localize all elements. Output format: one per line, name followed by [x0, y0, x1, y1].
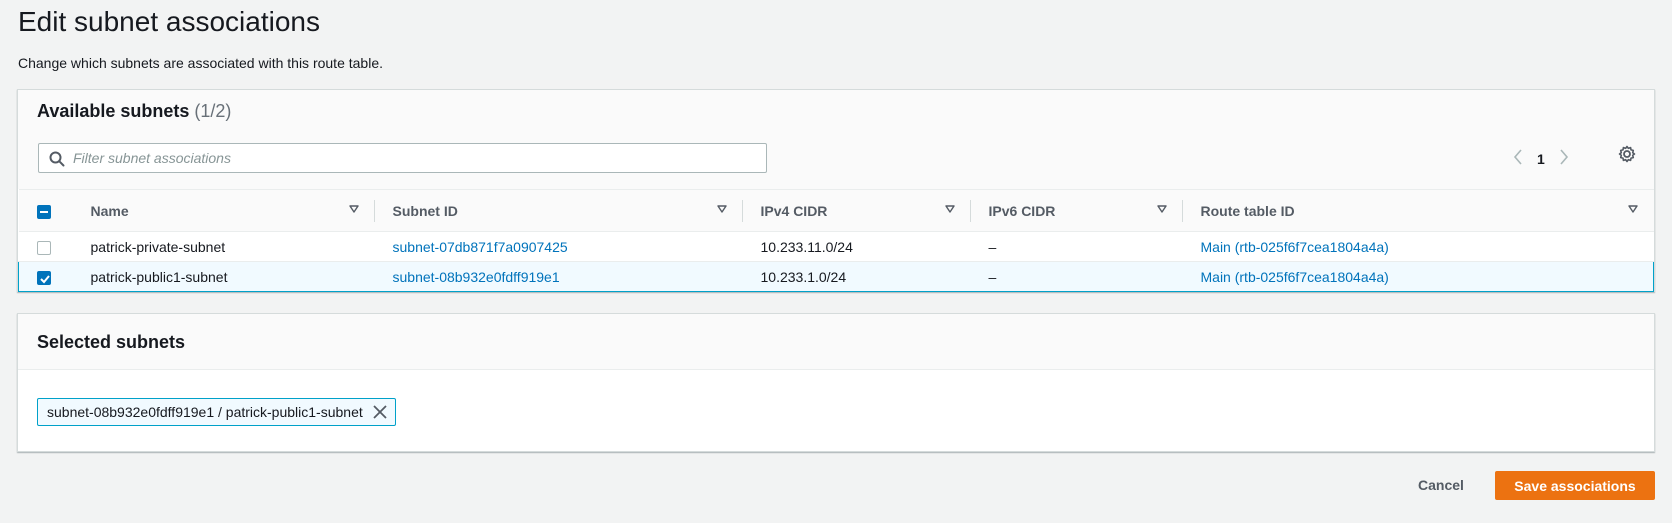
- next-page-icon[interactable]: [1559, 148, 1569, 170]
- column-header-name[interactable]: Name: [72, 189, 375, 232]
- select-all-checkbox[interactable]: [36, 204, 51, 219]
- select-all-cell: [18, 189, 73, 232]
- ipv4-cidr: 10.233.1.0/24: [742, 261, 971, 292]
- column-label-subnet-id: Subnet ID: [392, 202, 458, 219]
- available-subnets-heading: Available subnets (1/2): [37, 101, 231, 122]
- page-description: Change which subnets are associated with…: [18, 55, 383, 71]
- checkmark-icon: [40, 275, 50, 284]
- column-label-ipv4-cidr: IPv4 CIDR: [760, 202, 828, 219]
- selected-subnets-heading: Selected subnets: [37, 332, 186, 352]
- available-subnets-header: Available subnets (1/2) 1: [18, 90, 1654, 189]
- column-header-ipv6-cidr[interactable]: IPv6 CIDR: [970, 189, 1183, 232]
- selected-subnets-header: Selected subnets: [18, 314, 1654, 370]
- column-header-route-table-id[interactable]: Route table ID: [1182, 189, 1654, 232]
- save-associations-button[interactable]: Save associations: [1495, 471, 1655, 500]
- selected-subnets-panel: Selected subnets subnet-08b932e0fdff919e…: [17, 313, 1655, 452]
- subnet-name: patrick-public1-subnet: [72, 261, 375, 292]
- cancel-button[interactable]: Cancel: [1404, 470, 1478, 500]
- row-checkbox[interactable]: [36, 240, 51, 255]
- table-row[interactable]: patrick-public1-subnet subnet-08b932e0fd…: [18, 261, 1654, 292]
- column-header-subnet-id[interactable]: Subnet ID: [374, 189, 743, 232]
- row-checkbox-cell: [18, 231, 73, 262]
- available-subnets-title: Available subnets: [37, 101, 190, 121]
- row-checkbox[interactable]: [37, 270, 51, 285]
- search-icon: [49, 151, 65, 167]
- page-title: Edit subnet associations: [18, 6, 320, 37]
- filter-search-box[interactable]: [38, 143, 767, 173]
- filter-input[interactable]: [73, 146, 753, 170]
- sort-icon[interactable]: [348, 205, 359, 213]
- selected-subnet-token-label: subnet-08b932e0fdff919e1 / patrick-publi…: [47, 404, 363, 420]
- pagination: 1: [1513, 146, 1569, 172]
- ipv4-cidr: 10.233.11.0/24: [742, 231, 971, 262]
- subnet-id-link[interactable]: subnet-07db871f7a0907425: [393, 239, 568, 255]
- sort-icon[interactable]: [1627, 205, 1638, 213]
- available-subnets-count: (1/2): [194, 101, 232, 121]
- available-subnets-panel: Available subnets (1/2) 1: [17, 89, 1655, 292]
- subnet-name: patrick-private-subnet: [72, 231, 375, 262]
- table-row[interactable]: patrick-private-subnet subnet-07db871f7a…: [18, 231, 1654, 262]
- settings-gear-icon[interactable]: [1618, 145, 1636, 168]
- route-table-link[interactable]: Main (rtb-025f6f7cea1804a4a): [1201, 239, 1389, 255]
- row-checkbox-cell: [18, 261, 73, 292]
- column-label-name: Name: [90, 202, 129, 219]
- subnets-table: Name Subnet ID IPv4 CIDR IPv6 CIDR Route…: [18, 189, 1654, 292]
- ipv6-cidr: –: [970, 231, 1183, 262]
- ipv6-cidr: –: [970, 261, 1183, 292]
- sort-icon[interactable]: [716, 205, 727, 213]
- column-label-ipv6-cidr: IPv6 CIDR: [988, 202, 1056, 219]
- table-header-row: Name Subnet ID IPv4 CIDR IPv6 CIDR Route…: [18, 189, 1654, 232]
- subnet-id-link[interactable]: subnet-08b932e0fdff919e1: [393, 269, 560, 285]
- selected-subnet-token: subnet-08b932e0fdff919e1 / patrick-publi…: [37, 398, 396, 426]
- sort-icon[interactable]: [1156, 205, 1167, 213]
- remove-token-close-icon[interactable]: [373, 405, 387, 419]
- sort-icon[interactable]: [944, 205, 955, 213]
- previous-page-icon[interactable]: [1513, 148, 1523, 170]
- route-table-link[interactable]: Main (rtb-025f6f7cea1804a4a): [1201, 269, 1389, 285]
- column-label-route-table-id: Route table ID: [1200, 202, 1295, 219]
- column-header-ipv4-cidr[interactable]: IPv4 CIDR: [742, 189, 971, 232]
- current-page-number[interactable]: 1: [1537, 151, 1545, 167]
